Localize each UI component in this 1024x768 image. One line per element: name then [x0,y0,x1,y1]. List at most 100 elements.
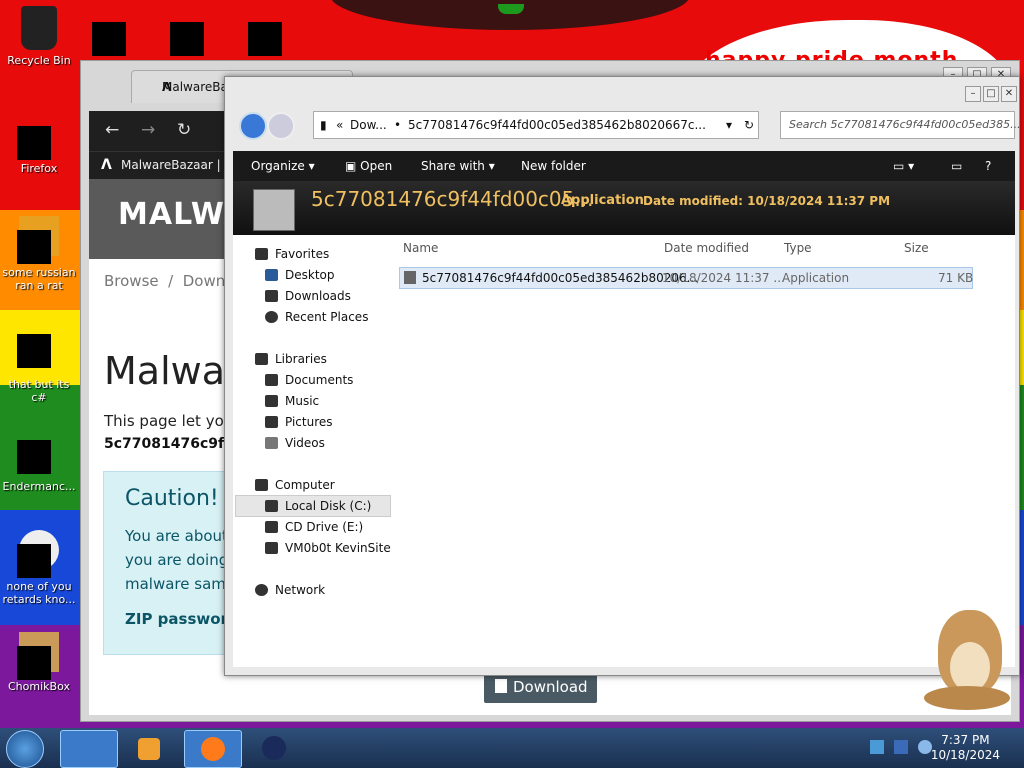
taskbar-firefox-button[interactable] [184,730,242,768]
desktop-icon-endermanch[interactable]: Endermanc... [1,426,77,493]
help-icon[interactable]: ? [985,159,991,173]
column-header-name[interactable]: Name [403,241,438,255]
address-row: ▮ « Dow... • 5c77081476c9f44fd00c05ed385… [233,109,1021,143]
close-button[interactable]: ✕ [1001,86,1017,102]
file-date: 10/18/2024 11:37 ... [662,271,785,285]
desktop-icon-firefox[interactable]: Firefox [1,112,77,175]
nav-recent-places[interactable]: Recent Places [265,310,368,324]
application-icon [253,189,295,231]
tray-overflow-icon[interactable] [848,740,862,754]
star-icon [255,248,268,260]
explorer-window[interactable]: – □ ✕ ▮ « Dow... • 5c77081476c9f44fd00c0… [224,76,1021,676]
nav-cd-drive[interactable]: CD Drive (E:) [265,520,363,534]
zip-password-label: ZIP password [125,610,239,628]
nav-network[interactable]: Network [255,583,325,597]
nav-downloads[interactable]: Downloads [265,289,351,303]
forward-button[interactable] [267,112,295,140]
address-crumb[interactable]: Dow... [350,118,387,132]
libraries-icon [255,353,268,365]
app-icon [17,320,59,368]
clock[interactable]: 7:37 PM 10/18/2024 [931,733,1000,763]
address-bar[interactable]: ▮ « Dow... • 5c77081476c9f44fd00c05ed385… [313,111,759,139]
desktop-icon-chomikbox[interactable]: ChomikBox [1,632,77,693]
breadcrumb[interactable]: Browse / Downlo [104,272,239,290]
desktop-icon-recycle-bin[interactable]: Recycle Bin [1,6,77,67]
organize-button[interactable]: Organize ▾ [251,159,315,173]
separator-icon: • [394,118,402,132]
caution-body: You are about you are doing malware samp [125,527,236,593]
preview-pane-icon[interactable]: ▭ [951,159,962,173]
nav-music[interactable]: Music [265,394,319,408]
redacted-icon[interactable] [248,22,282,56]
firefox-icon [17,112,59,160]
download-icon [495,679,507,693]
malwarebazaar-logo-icon: Λ [101,157,112,173]
nav-favorites[interactable]: Favorites [255,247,329,261]
pictures-icon [265,416,278,428]
details-header: 5c77081476c9f44fd00c05... Application Da… [233,181,1015,235]
column-header-size[interactable]: Size [904,241,929,255]
redacted-icon[interactable] [170,22,204,56]
file-name: 5c77081476c9f44fd00c05ed385462b80206... [422,271,699,285]
view-options-icon[interactable]: ▭ ▾ [893,159,914,173]
taskbar-app-button[interactable] [246,730,302,766]
file-size: 71 KB [938,271,974,285]
command-bar: Organize ▾ ▣ Open Share with ▾ New folde… [233,151,1015,181]
media-player-icon [138,738,160,760]
file-type: Application [782,271,850,285]
open-button[interactable]: ▣ Open [345,159,392,173]
address-crumb[interactable]: 5c77081476c9f44fd00c05ed385462b8020667c.… [408,118,706,132]
desktop-icon-csharp[interactable]: that but its c# [1,320,77,404]
documents-icon [265,374,278,386]
computer-icon [255,479,268,491]
videos-icon [265,437,278,449]
desktop-icon-label: Firefox [20,162,58,175]
redacted-icon[interactable] [92,22,126,56]
recycle-bin-icon [21,6,57,50]
share-with-button[interactable]: Share with ▾ [421,159,495,173]
search-input[interactable]: Search 5c77081476c9f44fd00c05ed385... [780,111,1021,139]
taskbar-media-player-button[interactable] [122,730,178,766]
column-header-date[interactable]: Date modified [664,241,749,255]
sample-hash: 5c77081476c9f4 [104,436,234,452]
nav-videos[interactable]: Videos [265,436,325,450]
navigation-pane: Favorites Desktop Downloads Recent Place… [233,235,403,667]
address-overflow[interactable]: « [336,118,343,132]
network-icon[interactable] [894,740,908,754]
nav-libraries[interactable]: Libraries [255,352,327,366]
new-folder-button[interactable]: New folder [521,159,586,173]
desktop-icon-none-of-you[interactable]: none of you retards kno... [1,530,77,606]
nav-desktop[interactable]: Desktop [265,268,335,282]
nav-documents[interactable]: Documents [265,373,353,387]
file-row[interactable]: 5c77081476c9f44fd00c05ed385462b80206... … [399,267,973,289]
recent-places-icon [265,311,278,323]
nav-local-disk[interactable]: Local Disk (C:) [265,499,371,513]
chevron-down-icon[interactable]: ▾ [726,118,732,132]
desktop-icon-russian-rat[interactable]: some russian ran a rat [1,216,77,292]
nav-network-share[interactable]: VM0b0t KevinSite [265,541,391,555]
reload-icon[interactable]: ↻ [177,120,191,140]
search-placeholder: Search 5c77081476c9f44fd00c05ed385... [789,118,1021,131]
details-file-name: 5c77081476c9f44fd00c05... [311,187,594,211]
clock-date: 10/18/2024 [930,748,1000,762]
downloads-icon [265,290,278,302]
nav-computer[interactable]: Computer [255,478,335,492]
taskbar-explorer-button[interactable] [60,730,118,768]
network-icon [255,584,268,596]
app-icon [17,530,59,578]
refresh-icon[interactable]: ↻ [744,118,754,132]
maximize-button[interactable]: □ [983,86,999,102]
app-icon [17,216,59,264]
folder-icon: ▮ [320,118,327,132]
back-button[interactable] [239,112,267,140]
tray-app-icon[interactable] [870,740,884,754]
column-header-type[interactable]: Type [784,241,812,255]
desktop-icon-label: ChomikBox [8,680,70,693]
nav-pictures[interactable]: Pictures [265,415,333,429]
desktop-icon-label: none of you retards kno... [2,580,76,606]
start-button-icon[interactable] [6,730,44,768]
back-icon[interactable]: ← [105,120,119,140]
minimize-button[interactable]: – [965,86,981,102]
details-date: Date modified: 10/18/2024 11:37 PM [643,194,891,208]
forward-icon[interactable]: → [141,120,155,140]
